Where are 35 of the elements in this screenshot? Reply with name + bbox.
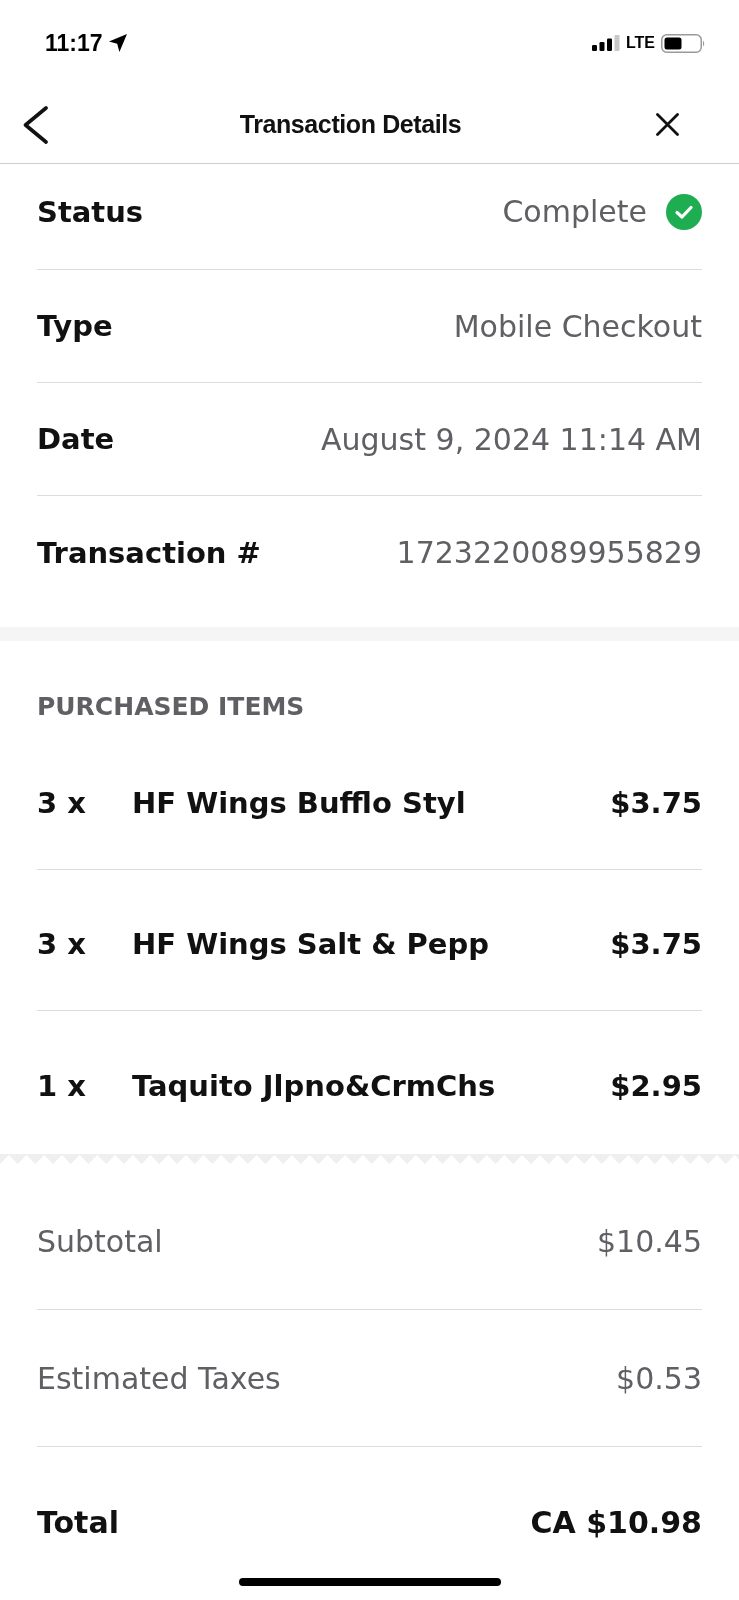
item-price: $3.75 — [610, 926, 702, 961]
item-price: $2.95 — [610, 1069, 702, 1103]
detail-value: 1723220089955829 — [396, 535, 702, 570]
page-title: Transaction Details — [239, 110, 462, 139]
detail-label: Date — [37, 422, 115, 456]
section-heading: PURCHASED ITEMS — [37, 692, 306, 722]
network-label: LTE — [625, 34, 655, 52]
battery-icon — [661, 33, 706, 53]
signal-icon — [591, 35, 620, 51]
total-label: Total — [37, 1505, 119, 1540]
location-arrow-icon — [108, 34, 127, 52]
item-quantity: 1 x — [37, 1069, 86, 1103]
summary-value: $10.45 — [597, 1223, 702, 1259]
item-quantity: 3 x — [37, 926, 86, 961]
summary-label: Estimated Taxes — [37, 1360, 281, 1396]
detail-label: Transaction # — [37, 535, 261, 570]
status-time: 11:17 — [45, 29, 103, 57]
detail-value: August 9, 2024 11:14 AM — [321, 421, 702, 457]
summary-value: $0.53 — [616, 1360, 702, 1396]
summary-label: Subtotal — [37, 1223, 163, 1259]
total-value: CA $10.98 — [530, 1505, 702, 1540]
item-quantity: 3 x — [37, 785, 86, 820]
detail-value: Mobile Checkout — [453, 308, 702, 344]
detail-label: Status — [37, 194, 144, 229]
item-price: $3.75 — [610, 785, 702, 820]
close-button[interactable] — [656, 113, 679, 136]
check-circle-icon — [666, 193, 702, 230]
item-name: Taquito Jlpno&CrmChs — [132, 1069, 497, 1103]
detail-label: Type — [37, 309, 113, 343]
item-name: HF Wings Salt & Pepp — [132, 926, 491, 961]
detail-value: Complete — [502, 194, 647, 229]
chevron-left-icon — [22, 105, 49, 144]
close-icon — [656, 113, 679, 136]
back-button[interactable] — [22, 105, 49, 144]
item-name: HF Wings Bufflo Styl — [132, 785, 467, 820]
